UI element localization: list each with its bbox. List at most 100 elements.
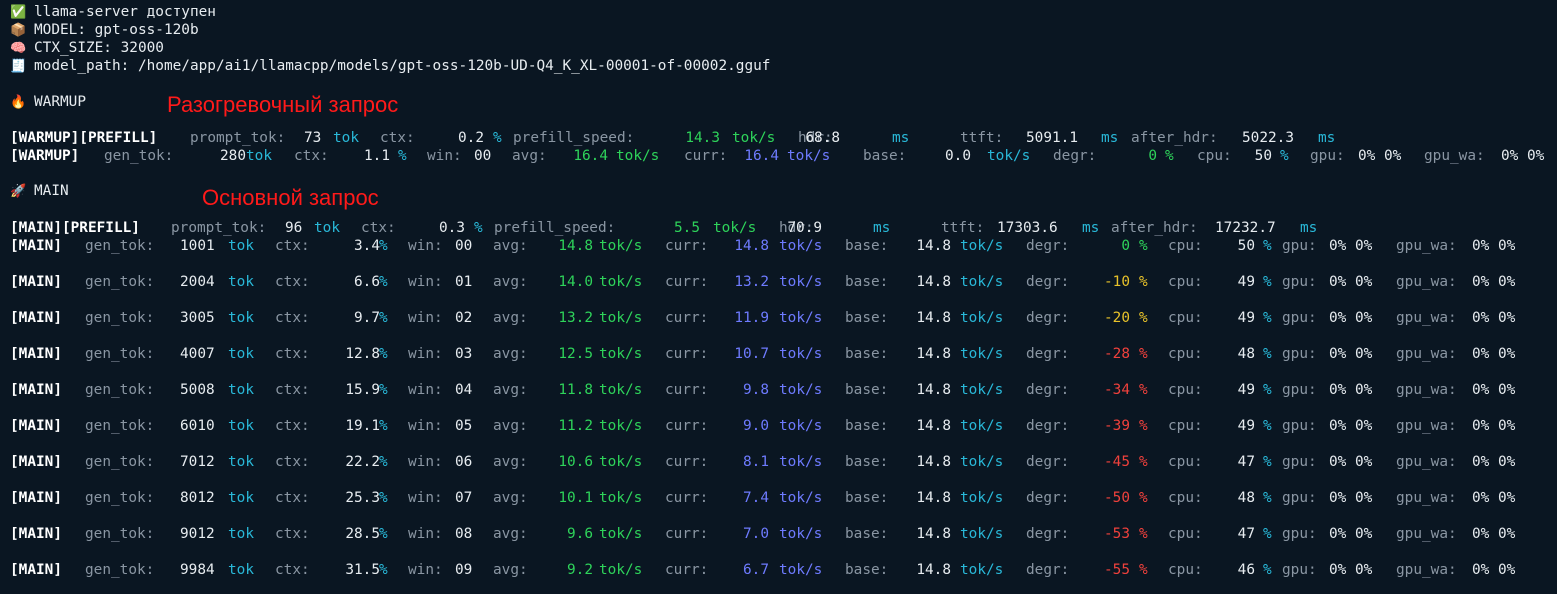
degr-label: degr: [1026, 418, 1070, 434]
degr-value: -20 [1104, 310, 1130, 326]
curr-label: curr: [665, 418, 709, 434]
ctx-value: 9.7 [354, 310, 380, 326]
model-line: 📦 MODEL: gpt-oss-120b [10, 21, 199, 39]
gen-tok-value: 7012 [180, 454, 215, 470]
avg-value: 12.5 [558, 346, 593, 362]
curr-value: 7.0 [743, 526, 769, 542]
pct-unit: % [379, 346, 388, 362]
ctx-label: ctx: [380, 130, 415, 146]
gen-tok-value: 6010 [180, 418, 215, 434]
curr-value: 6.7 [743, 562, 769, 578]
curr-label: curr: [665, 238, 709, 254]
ctx-label: ctx: [275, 274, 310, 290]
ttft-value: 5091.1 [1026, 130, 1078, 146]
pct-unit: % [379, 382, 388, 398]
avg-label: avg: [493, 526, 528, 542]
gpu-wa-value: 0% 0% [1472, 346, 1516, 362]
gen-tok-value: 3005 [180, 310, 215, 326]
win-label: win: [408, 274, 443, 290]
win-value: 06 [455, 454, 473, 470]
gpu-value: 0% 0% [1329, 238, 1373, 254]
cpu-label: cpu: [1197, 148, 1232, 164]
pct-unit: % [379, 418, 388, 434]
avg-value: 14.8 [558, 238, 593, 254]
gpu-wa-value: 0% 0% [1472, 238, 1516, 254]
toks-unit: tok/s [779, 274, 823, 290]
win-value: 00 [455, 238, 473, 254]
row-tag: [MAIN] [10, 310, 62, 326]
gpu-label: gpu: [1282, 490, 1317, 506]
gpu-wa-value: 0% 0% [1472, 418, 1516, 434]
tok-unit: tok [228, 310, 254, 326]
curr-label: curr: [665, 526, 709, 542]
after-hdr-label: after_hdr: [1131, 130, 1218, 146]
row-tag: [MAIN] [10, 382, 62, 398]
win-label: win: [427, 148, 462, 164]
gpu-wa-label: gpu_wa: [1396, 418, 1457, 434]
main-annotation: Основной запрос [202, 185, 379, 210]
ctx-size-line: 🧠 CTX_SIZE: 32000 [10, 39, 164, 57]
win-value: 03 [455, 346, 473, 362]
gpu-wa-value: 0% 0% [1472, 454, 1516, 470]
toks-unit: tok/s [599, 310, 643, 326]
win-label: win: [408, 346, 443, 362]
tok-unit: tok [228, 490, 254, 506]
curr-value: 13.2 [734, 274, 769, 290]
toks-unit: tok/s [779, 346, 823, 362]
tok-unit: tok [228, 274, 254, 290]
gpu-wa-value: 0% 0% [1472, 562, 1516, 578]
base-value: 14.8 [916, 418, 951, 434]
win-value: 07 [455, 490, 473, 506]
pct-unit: % [1263, 346, 1272, 362]
gpu-value: 0% 0% [1329, 418, 1373, 434]
degr-value: -55 [1104, 562, 1130, 578]
curr-value: 10.7 [734, 346, 769, 362]
gen-tok-label: gen_tok: [85, 526, 155, 542]
toks-unit: tok/s [960, 274, 1004, 290]
ctx-value: 31.5 [345, 562, 380, 578]
ctx-value: 0.3 [439, 220, 465, 236]
cpu-value: 49 [1237, 418, 1255, 434]
gpu-wa-label: gpu_wa: [1396, 310, 1457, 326]
gpu-label: gpu: [1282, 346, 1317, 362]
avg-label: avg: [493, 346, 528, 362]
gpu-label: gpu: [1282, 382, 1317, 398]
pct-unit: % [398, 148, 407, 164]
row-tag: [MAIN] [10, 562, 62, 578]
toks-unit: tok/s [599, 562, 643, 578]
win-label: win: [408, 526, 443, 542]
tok-unit: tok [228, 238, 254, 254]
cpu-value: 48 [1237, 346, 1255, 362]
gpu-wa-label: gpu_wa: [1396, 382, 1457, 398]
toks-unit: tok/s [787, 148, 831, 164]
toks-unit: tok/s [960, 310, 1004, 326]
ctx-label: ctx: [275, 526, 310, 542]
win-label: win: [408, 562, 443, 578]
base-label: base: [845, 526, 889, 542]
ms-unit: ms [892, 130, 910, 146]
avg-value: 10.1 [558, 490, 593, 506]
pct-unit: % [1139, 310, 1148, 326]
toks-unit: tok/s [960, 490, 1004, 506]
ctx-value: 15.9 [345, 382, 380, 398]
avg-value: 16.4 [573, 148, 608, 164]
toks-unit: tok/s [960, 382, 1004, 398]
toks-unit: tok/s [599, 454, 643, 470]
after-hdr-value: 17232.7 [1215, 220, 1276, 236]
gpu-value: 0% 0% [1329, 490, 1373, 506]
rocket-icon: 🚀 [10, 184, 27, 199]
tok-unit: tok [333, 130, 359, 146]
prompt-tok-label: prompt_tok: [171, 220, 267, 236]
degr-value: -39 [1104, 418, 1130, 434]
cpu-label: cpu: [1168, 238, 1203, 254]
avg-label: avg: [493, 562, 528, 578]
toks-unit: tok/s [987, 148, 1031, 164]
curr-label: curr: [665, 454, 709, 470]
tok-unit: tok [228, 454, 254, 470]
ms-unit: ms [1318, 130, 1336, 146]
server-status-line: ✅ llama-server доступен [10, 3, 216, 21]
curr-label: curr: [665, 562, 709, 578]
prefill-speed-label: prefill_speed: [494, 220, 616, 236]
gpu-wa-value: 0% 0% [1472, 274, 1516, 290]
toks-unit: tok/s [779, 526, 823, 542]
